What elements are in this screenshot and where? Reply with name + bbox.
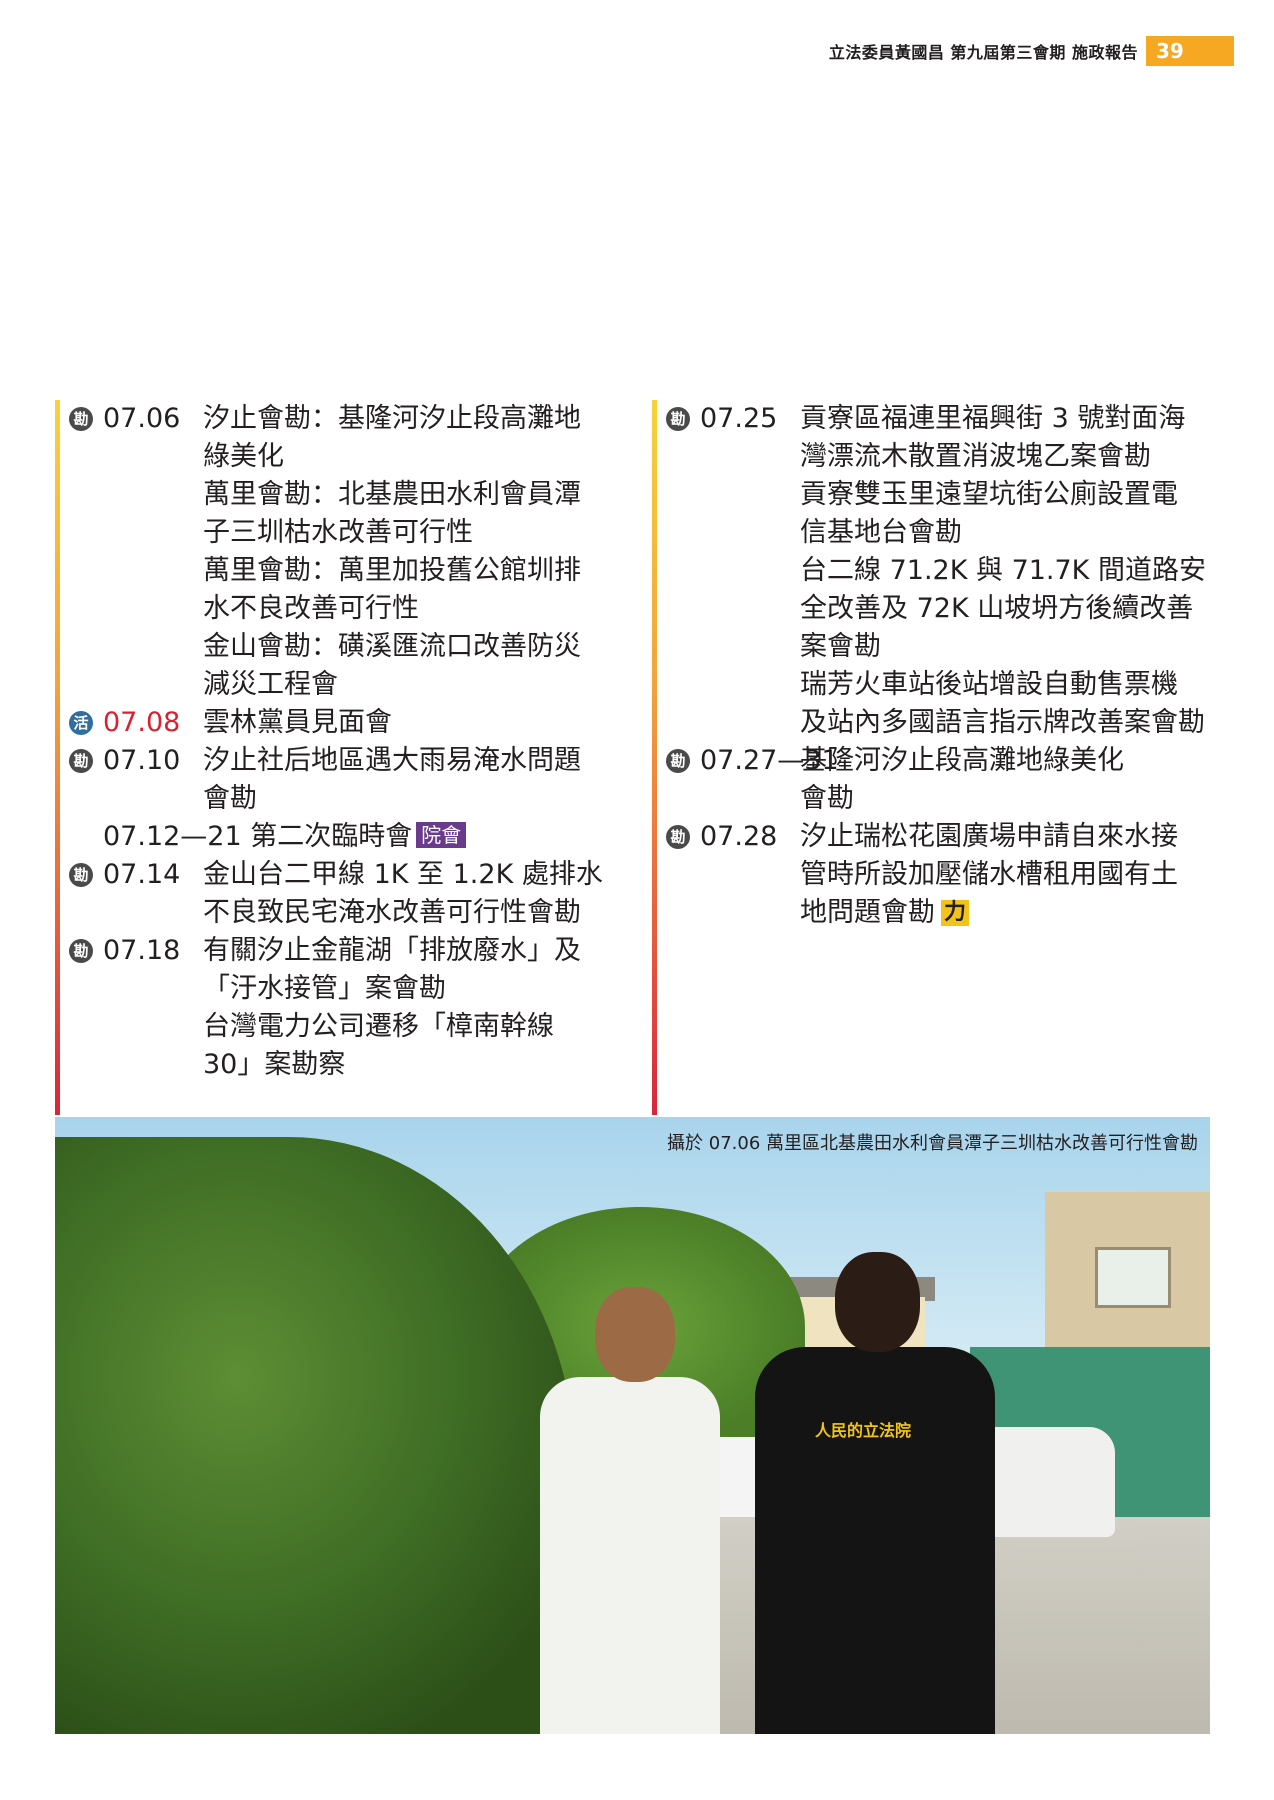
entry-line: 台二線 71.2K 與 71.7K 間道路安 — [800, 555, 1206, 586]
entry-line: 信基地台會勘 — [800, 517, 962, 548]
event-photo: 人民的立法院 攝於 07.06 萬里區北基農田水利會員潭子三圳枯水改善可行性會勘 — [55, 1117, 1210, 1734]
schedule-entry: 活 07.08 雲林黨員見面會 — [69, 704, 625, 742]
entry-line: 及站內多國語言指示牌改善案會勘 — [800, 707, 1205, 738]
entry-date: 07.06 — [103, 403, 181, 434]
entry-line: 金山台二甲線 1K 至 1.2K 處排水 — [203, 859, 603, 890]
party-logo-icon: 力 — [941, 900, 969, 926]
entry-line: 子三圳枯水改善可行性 — [203, 517, 473, 548]
schedule-entry: 勘 07.10 汐止社后地區遇大雨易淹水問題 會勘 — [69, 742, 625, 818]
timeline-bar — [652, 400, 657, 1115]
entry-line: 萬里會勘：萬里加投舊公館圳排 — [203, 555, 581, 586]
entry-date: 07.10 — [103, 745, 181, 776]
entry-text: 07.12—21 第二次臨時會 — [103, 821, 413, 852]
person-head — [835, 1252, 920, 1352]
survey-badge-icon: 勘 — [666, 825, 690, 849]
schedule-entry: 勘 07.06 汐止會勘：基隆河汐止段高灘地 綠美化萬里會勘：北基農田水利會員潭 子三圳… — [69, 400, 625, 704]
entry-line: 萬里會勘：北基農田水利會員潭 — [203, 479, 581, 510]
person-body — [540, 1377, 720, 1734]
entry-date: 07.18 — [103, 935, 181, 966]
schedule-entry: 勘 07.14 金山台二甲線 1K 至 1.2K 處排水 不良致民宅淹水改善可行性會勘 — [69, 856, 625, 932]
right-column: 勘 07.25 貢寮區福連里福興街 3 號對面海 灣漂流木散置消波塊乙案會勘 貢寮雙玉里… — [652, 400, 1232, 1115]
photo-window — [1095, 1247, 1171, 1308]
entry-line: 雲林黨員見面會 — [203, 707, 392, 738]
report-title: 立法委員黃國昌 第九屆第三會期 施政報告 — [828, 43, 1138, 62]
person-head — [595, 1287, 675, 1382]
schedule-entry: 勘 07.27—31 基隆河汐止段高灘地綠美化 會勘 — [666, 742, 1232, 818]
entry-line: 減災工程會 — [203, 669, 338, 700]
entry-line: 汐止會勘：基隆河汐止段高灘地 — [203, 403, 581, 434]
survey-badge-icon: 勘 — [69, 749, 93, 773]
person-body: 人民的立法院 — [755, 1347, 995, 1734]
entry-line: 地問題會勘力 — [800, 894, 1232, 932]
left-column: 勘 07.06 汐止會勘：基隆河汐止段高灘地 綠美化萬里會勘：北基農田水利會員潭 子三圳… — [55, 400, 625, 1115]
entry-line: 有關汐止金龍湖「排放廢水」及 — [203, 935, 581, 966]
page-header: 立法委員黃國昌 第九屆第三會期 施政報告 39 — [829, 36, 1234, 66]
entry-line: 30」案勘察 — [203, 1049, 346, 1080]
schedule-entry: 勘 07.25 貢寮區福連里福興街 3 號對面海 灣漂流木散置消波塊乙案會勘 貢寮雙玉里… — [666, 400, 1232, 742]
entry-date: 07.25 — [700, 403, 778, 434]
survey-badge-icon: 勘 — [666, 749, 690, 773]
entry-line: 貢寮區福連里福興街 3 號對面海 — [800, 403, 1186, 434]
survey-badge-icon: 勘 — [69, 863, 93, 887]
shirt-text: 人民的立法院 — [815, 1421, 912, 1440]
entry-line: 基隆河汐止段高灘地綠美化 — [800, 745, 1124, 776]
schedule-entry: 勘 07.28 汐止瑞松花園廣場申請自來水接 管時所設加壓儲水槽租用國有土地問題會勘力 — [666, 818, 1232, 932]
entry-line: 綠美化 — [203, 441, 284, 472]
photo-person: 人民的立法院 — [745, 1252, 1005, 1734]
entry-line: 水不良改善可行性 — [203, 593, 419, 624]
session-tag: 院會 — [416, 822, 467, 848]
left-entries: 勘 07.06 汐止會勘：基隆河汐止段高灘地 綠美化萬里會勘：北基農田水利會員潭 子三圳… — [69, 400, 625, 1084]
entry-line: 會勘 — [203, 783, 257, 814]
entry-date: 07.27—31 — [700, 745, 839, 776]
photo-person — [530, 1287, 730, 1734]
entry-line: 汐止瑞松花園廣場申請自來水接 — [800, 821, 1178, 852]
survey-badge-icon: 勘 — [69, 939, 93, 963]
entry-line: 案會勘 — [800, 631, 881, 662]
survey-badge-icon: 勘 — [69, 407, 93, 431]
survey-badge-icon: 勘 — [666, 407, 690, 431]
entry-line: 全改善及 72K 山坡坍方後續改善 — [800, 593, 1194, 624]
timeline-bar — [55, 400, 60, 1115]
schedule-entry: 勘 07.18 有關汐止金龍湖「排放廢水」及 「汙水接管」案會勘台灣電力公司遷移「樟南… — [69, 932, 625, 1084]
schedule-entry: 07.12—21 第二次臨時會 院會 — [69, 818, 625, 856]
entry-date: 07.28 — [700, 821, 778, 852]
entry-line: 台灣電力公司遷移「樟南幹線 — [203, 1011, 554, 1042]
entry-line: 瑞芳火車站後站增設自動售票機 — [800, 669, 1178, 700]
entry-line: 灣漂流木散置消波塊乙案會勘 — [800, 441, 1151, 472]
entry-line: 會勘 — [800, 783, 854, 814]
entry-line: 「汙水接管」案會勘 — [203, 973, 446, 1004]
entry-line: 汐止社后地區遇大雨易淹水問題 — [203, 745, 581, 776]
entry-line: 不良致民宅淹水改善可行性會勘 — [203, 897, 581, 928]
entry-line: 管時所設加壓儲水槽租用國有土 — [800, 859, 1178, 890]
page-number: 39 — [1146, 36, 1234, 66]
event-badge-icon: 活 — [69, 711, 93, 735]
right-entries: 勘 07.25 貢寮區福連里福興街 3 號對面海 灣漂流木散置消波塊乙案會勘 貢寮雙玉里… — [666, 400, 1232, 932]
photo-caption: 攝於 07.06 萬里區北基農田水利會員潭子三圳枯水改善可行性會勘 — [667, 1133, 1198, 1154]
entry-date: 07.08 — [103, 707, 181, 738]
entry-line: 貢寮雙玉里遠望坑街公廁設置電 — [800, 479, 1178, 510]
entry-line: 金山會勘：磺溪匯流口改善防災 — [203, 631, 581, 662]
entry-date: 07.14 — [103, 859, 181, 890]
